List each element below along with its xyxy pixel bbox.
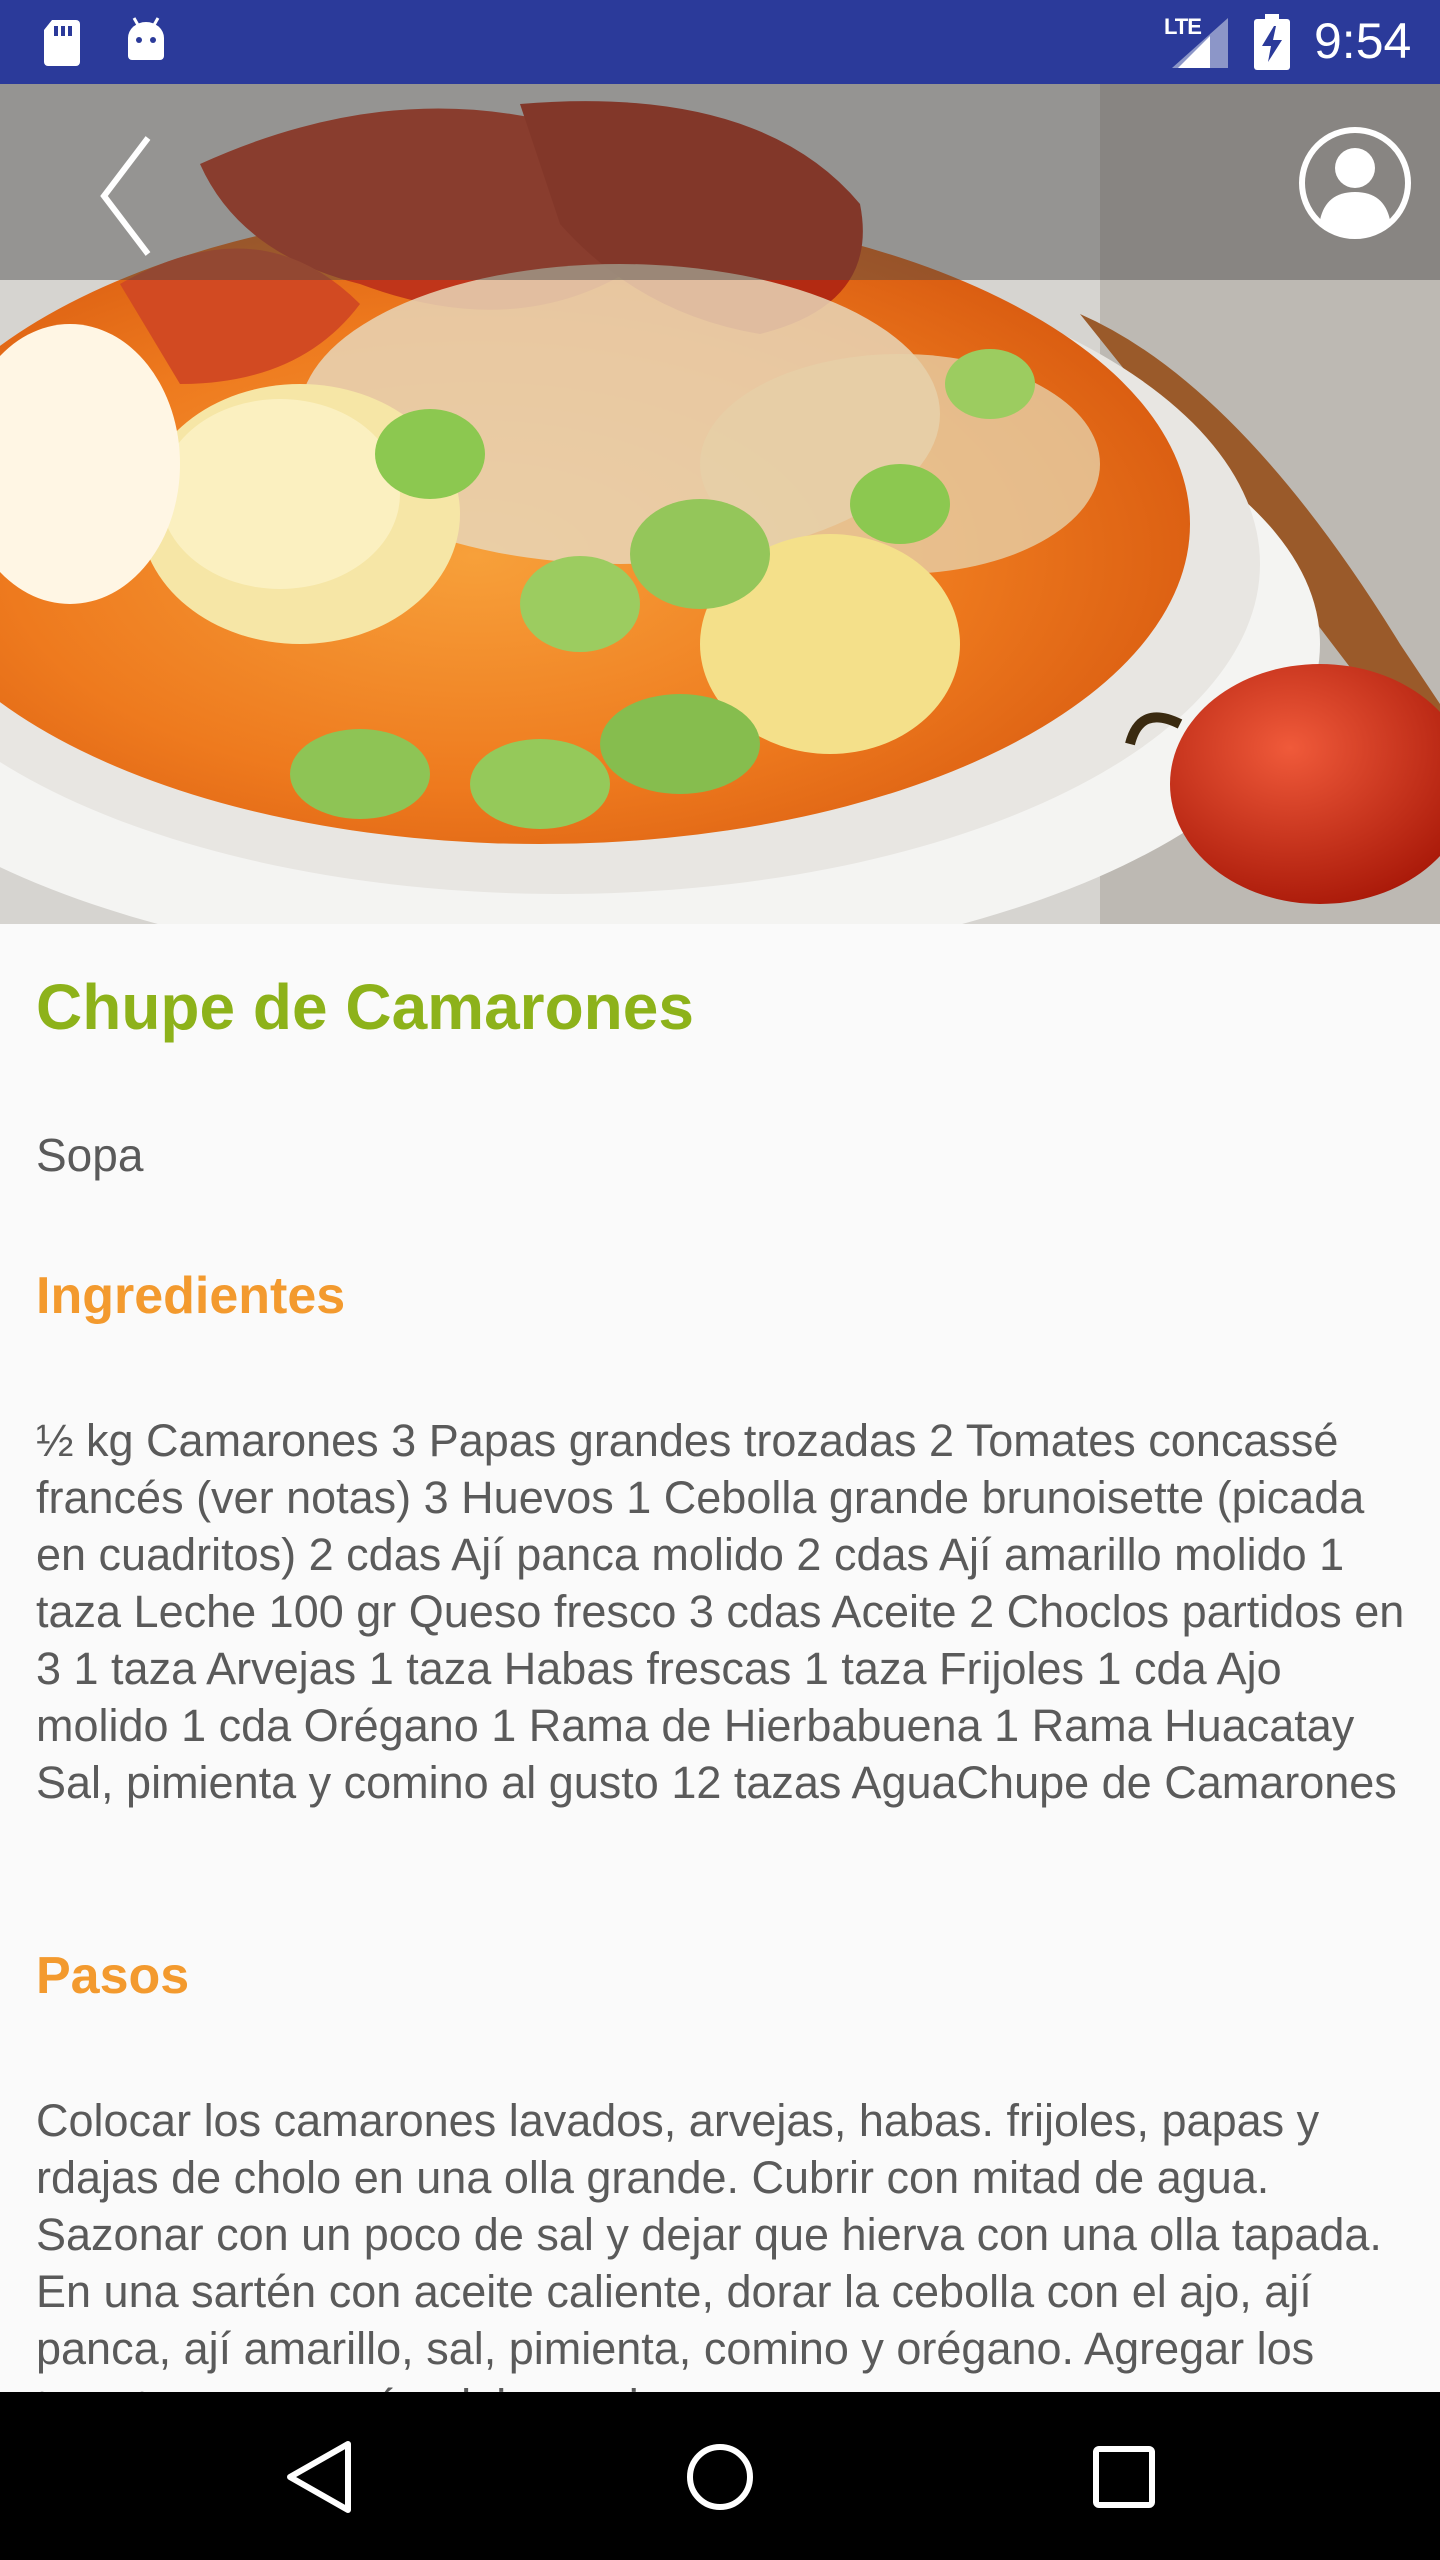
steps-heading: Pasos	[36, 1947, 190, 2005]
navigation-bar	[0, 2392, 1440, 2560]
clock: 9:54	[1314, 13, 1412, 69]
recipe-category: Sopa	[36, 1129, 144, 1181]
battery-charging-icon	[1254, 14, 1290, 70]
nav-home-icon[interactable]	[680, 2432, 760, 2522]
profile-icon	[1299, 127, 1411, 239]
ingredients-heading: Ingredientes	[36, 1267, 346, 1325]
android-icon	[128, 17, 164, 60]
nav-recents-icon[interactable]	[1084, 2432, 1164, 2522]
signal-icon	[1172, 18, 1228, 68]
back-button[interactable]	[72, 128, 182, 268]
sd-card-icon	[44, 20, 80, 66]
steps-text: Colocar los camarones lavados, arvejas, …	[36, 2095, 1382, 2392]
recipe-details[interactable]: Chupe de Camarones Sopa Ingredientes ½ k…	[0, 924, 1440, 2392]
nav-back-icon[interactable]	[280, 2432, 360, 2522]
status-bar: LTE 9:54	[0, 0, 1440, 84]
ingredients-text: ½ kg Camarones 3 Papas grandes trozadas …	[36, 1415, 1405, 1808]
toolbar-scrim	[0, 84, 1440, 280]
recipe-title: Chupe de Camarones	[36, 971, 694, 1043]
profile-button[interactable]	[1296, 124, 1414, 242]
back-arrow-icon	[100, 136, 151, 256]
hero-image	[0, 84, 1440, 924]
